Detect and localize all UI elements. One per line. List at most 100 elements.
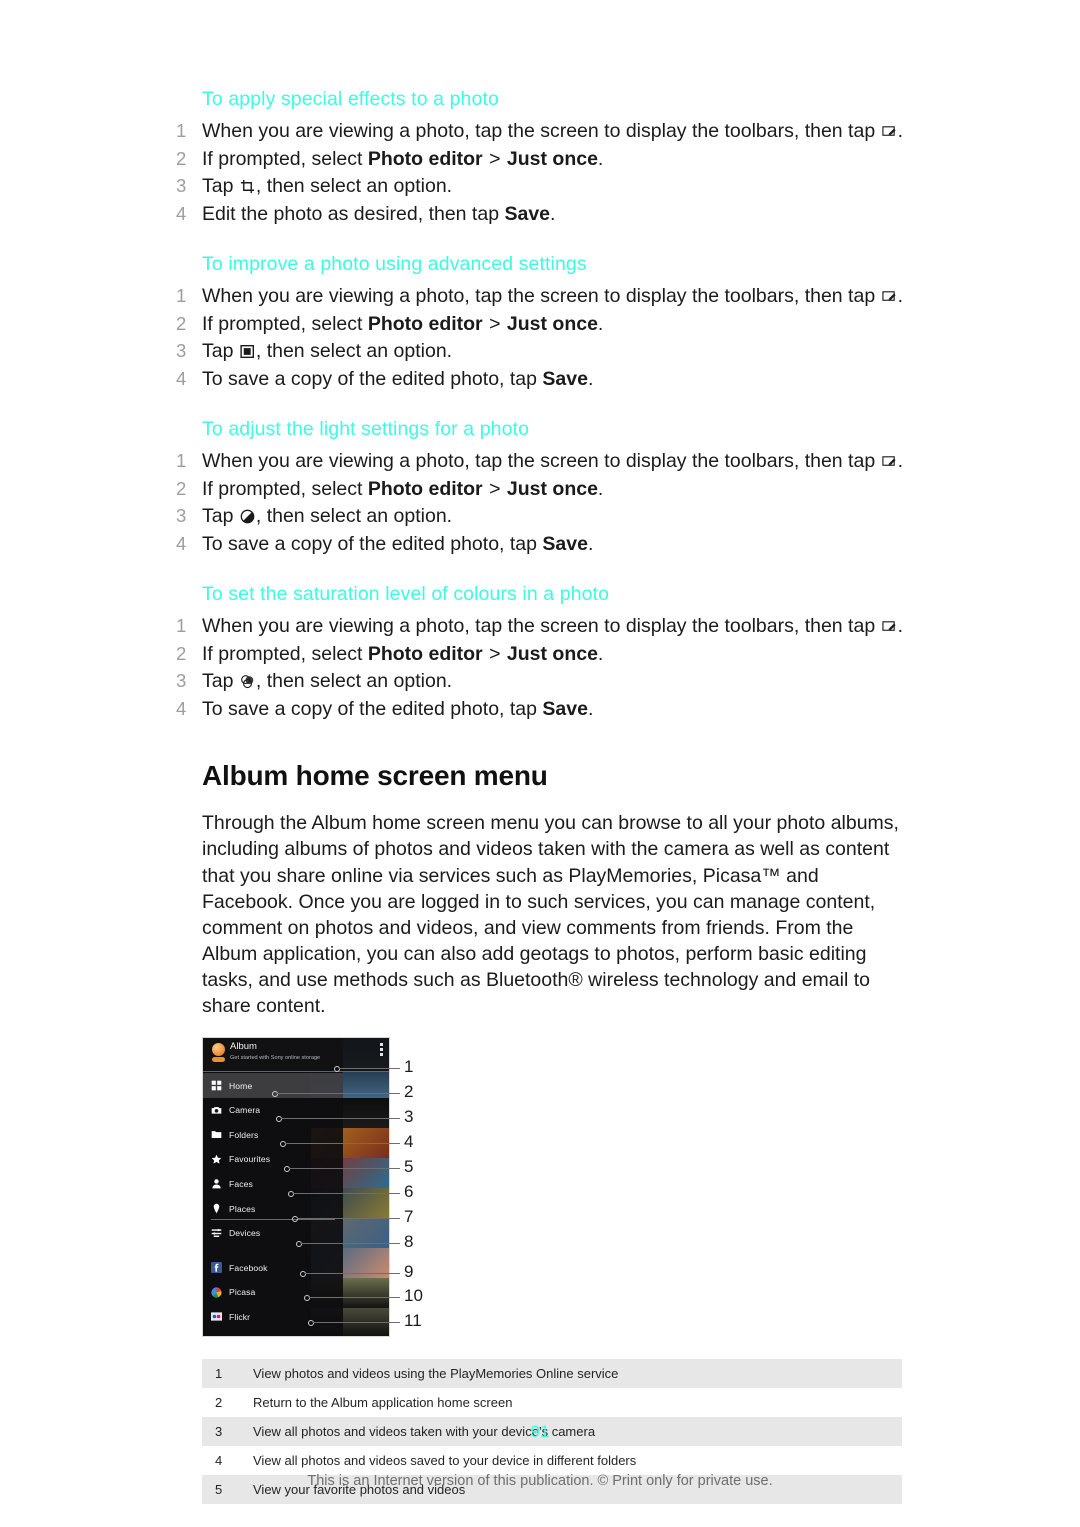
menu-item-label: Picasa [229,1287,256,1298]
menu-item-label: Camera [229,1105,261,1116]
step-number: 1 [176,615,187,637]
step-number: 3 [176,505,187,527]
callout-number: 1 [404,1057,414,1077]
procedure-step: 4 Edit the photo as desired, then tap Sav… [176,201,906,228]
callout-leader-line [293,1193,400,1195]
callout-leader-line [301,1243,400,1245]
frame-square-icon [240,344,255,359]
procedure-heading: To set the saturation level of colours i… [202,583,610,606]
menu-item-label: Faces [229,1178,253,1189]
camera-icon [203,1105,229,1116]
brightness-contrast-icon [240,509,255,524]
callout-leader-line [305,1273,400,1275]
footer-note: This is an Internet version of this publ… [307,1473,773,1489]
step-text: When you are viewing a photo, tap the sc… [202,285,904,308]
menu-item-flickr[interactable]: Flickr [203,1305,343,1330]
callout-number: 5 [404,1157,414,1177]
menu-item-label: Facebook [229,1262,268,1273]
procedure-heading: To adjust the light settings for a photo [202,418,530,441]
procedure-step: 4 To save a copy of the edited photo, tap… [176,696,906,723]
callout-leader-line [297,1218,400,1220]
table-row: 1 View photos and videos using the PlayMe… [202,1359,902,1389]
album-app-subtitle: Get started with Sony online storage [230,1055,321,1062]
step-text: If prompted, select Photo editor > Just … [202,642,604,665]
callout-number: 2 [404,1082,414,1102]
menu-item-picasa[interactable]: Picasa [203,1280,343,1305]
callout-leader-line [339,1068,400,1070]
procedure-steps: 1 When you are viewing a photo, tap the s… [176,283,906,392]
step-bold-term: Just once [506,477,598,500]
procedure-step: 2 If prompted, select Photo editor > Just… [176,146,906,173]
step-number: 2 [176,312,187,334]
procedure-section: To improve a photo using advanced settin… [176,253,906,392]
procedure-step: 4 To save a copy of the edited photo, tap… [176,366,906,393]
procedure-step: 1 When you are viewing a photo, tap the s… [176,118,906,145]
step-text: When you are viewing a photo, tap the sc… [202,120,904,142]
step-bold-term: Save [542,532,588,555]
menu-item-facebook[interactable]: Facebook [203,1255,343,1280]
step-number: 4 [176,367,187,389]
step-text: To save a copy of the edited photo, tap … [202,532,594,555]
step-text: Tap , then select an option. [202,340,453,363]
facebook-icon [203,1262,229,1274]
page-title: Album home screen menu [202,760,548,792]
edit-frame-icon [881,619,897,634]
callout-number: 10 [404,1286,423,1306]
step-text: If prompted, select Photo editor > Just … [202,477,604,500]
procedure-steps: 1 When you are viewing a photo, tap the s… [176,118,906,227]
menu-item-devices[interactable]: Devices [203,1221,343,1246]
step-bold-term: Photo editor [367,642,483,665]
step-text: Edit the photo as desired, then tap Save… [202,202,556,225]
procedure-step: 3 Tap , then select an option. [176,503,906,530]
edit-frame-icon [881,289,897,304]
phone-screenshot: Album Get started with Sony online stora… [202,1037,390,1338]
step-text: Tap , then select an option. [202,175,453,198]
album-menu-figure: Album Get started with Sony online stora… [202,1037,432,1338]
flickr-icon [203,1311,229,1322]
album-app-title: Album [230,1041,257,1053]
callout-leader-line [277,1093,400,1095]
callout-number: 4 [404,1132,414,1152]
step-bold-term: Save [542,367,588,390]
procedure-steps: 1 When you are viewing a photo, tap the s… [176,448,906,557]
step-number: 2 [176,477,187,499]
procedure-section: To apply special effects to a photo 1 When… [176,88,906,227]
saturation-circles-icon [240,674,255,689]
menu-item-label: Home [229,1080,253,1091]
step-bold-term: Photo editor [367,477,483,500]
procedure-step: 3 Tap , then select an option. [176,668,906,695]
step-number: 1 [176,450,187,472]
procedures-container: To apply special effects to a photo 1 When… [176,88,906,722]
step-bold-term: Save [542,697,588,720]
procedure-step: 3 Tap , then select an option. [176,173,906,200]
callout-number: 3 [404,1107,414,1127]
procedure-section: To set the saturation level of colours i… [176,583,906,722]
procedure-steps: 1 When you are viewing a photo, tap the s… [176,613,906,722]
step-bold-term: Photo editor [367,147,483,170]
step-bold-term: Just once [506,642,598,665]
menu-item-places[interactable]: Places [203,1196,343,1221]
callout-leader-line [281,1118,400,1120]
overflow-menu-icon[interactable] [380,1043,383,1058]
table-row: 4 View all photos and videos saved to you… [202,1446,902,1475]
section-body-text: Through the Album home screen menu you c… [202,812,899,1018]
legend-index: 1 [215,1366,223,1382]
step-text: To save a copy of the edited photo, tap … [202,697,594,720]
procedure-step: 3 Tap , then select an option. [176,338,906,365]
callout-leader-line [289,1168,400,1170]
step-bold-term: Just once [506,147,598,170]
step-number: 3 [176,670,187,692]
step-number: 3 [176,340,187,362]
callout-number: 11 [404,1311,422,1331]
menu-item-label: Favourites [229,1154,271,1165]
document-page: To apply special effects to a photo 1 When… [0,0,1080,1527]
folder-icon [203,1129,229,1140]
album-app-header: Album Get started with Sony online stora… [203,1038,389,1073]
edit-frame-icon [881,124,897,139]
page-number: 91 [530,1422,550,1441]
step-text: When you are viewing a photo, tap the sc… [202,615,904,638]
step-number: 1 [176,285,187,307]
procedure-step: 2 If prompted, select Photo editor > Just… [176,641,906,668]
procedure-step: 1 When you are viewing a photo, tap the s… [176,613,906,640]
procedure-step: 2 If prompted, select Photo editor > Just… [176,476,906,503]
